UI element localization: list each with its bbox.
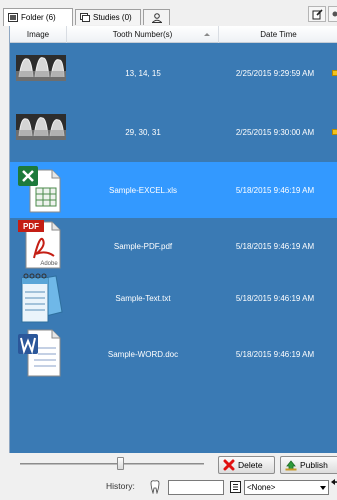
tab-folder-label: Folder (6) — [21, 13, 56, 22]
settings-icon — [332, 11, 337, 17]
chevron-down-icon — [320, 486, 326, 490]
list-item[interactable]: Sample-WORD.doc 5/18/2015 9:46:19 AM — [10, 326, 337, 382]
note-icon[interactable] — [332, 129, 337, 135]
edit-button[interactable] — [308, 6, 326, 22]
excel-file-icon — [18, 166, 61, 213]
sort-ascending-icon — [204, 33, 210, 36]
file-name-cell: Sample-WORD.doc — [107, 349, 179, 359]
publish-icon — [285, 459, 297, 470]
tooth-numbers-cell: 29, 30, 31 — [125, 127, 161, 137]
tab-studies-label: Studies (0) — [93, 13, 132, 22]
list-item[interactable]: Sample-EXCEL.xls 5/18/2015 9:46:19 AM — [10, 162, 337, 218]
tab-patient[interactable] — [143, 9, 170, 25]
list-item[interactable]: 29, 30, 31 2/25/2015 9:30:00 AM — [10, 104, 337, 160]
image-folder-icon — [8, 13, 18, 22]
list-item[interactable]: PDF Adobe Sample-PDF.pdf 5/18/2015 9:46:… — [10, 218, 337, 274]
person-icon — [151, 12, 162, 23]
list-item[interactable]: Sample-Text.txt 5/18/2015 9:46:19 AM — [10, 270, 337, 326]
studies-icon — [80, 13, 90, 22]
file-name-cell: Sample-Text.txt — [115, 293, 171, 303]
list-icon[interactable] — [230, 481, 241, 493]
delete-button[interactable]: Delete — [218, 456, 275, 474]
tab-folder[interactable]: Folder (6) — [3, 8, 73, 26]
tab-studies[interactable]: Studies (0) — [75, 9, 141, 25]
xray-thumbnail — [16, 49, 66, 89]
publish-button-label: Publish — [300, 460, 328, 470]
adobe-label: Adobe — [40, 261, 58, 267]
text-file-icon — [21, 273, 63, 323]
file-name-cell: Sample-EXCEL.xls — [108, 185, 178, 195]
date-time-cell: 2/25/2015 9:30:00 AM — [235, 127, 315, 137]
tab-strip: Folder (6) Studies (0) — [0, 0, 337, 26]
history-label: History: — [106, 481, 135, 491]
history-select-value: <None> — [247, 483, 276, 492]
date-time-cell: 5/18/2015 9:46:19 AM — [235, 185, 315, 195]
column-tooth-numbers[interactable]: Tooth Number(s) — [67, 26, 219, 43]
tooth-icon — [150, 480, 160, 494]
toolbar-more-button[interactable] — [328, 6, 337, 22]
zoom-slider-thumb[interactable] — [117, 457, 124, 470]
date-time-cell: 5/18/2015 9:46:19 AM — [235, 349, 315, 359]
word-file-icon — [18, 329, 61, 377]
column-header: Image Tooth Number(s) Date Time — [10, 26, 337, 43]
publish-button[interactable]: Publish — [280, 456, 337, 474]
edit-icon — [312, 8, 323, 19]
column-date-time[interactable]: Date Time — [219, 26, 337, 43]
list-item[interactable]: 13, 14, 15 2/25/2015 9:29:59 AM — [10, 45, 337, 101]
date-time-cell: 2/25/2015 9:29:59 AM — [235, 68, 315, 78]
delete-icon — [223, 459, 235, 471]
column-image[interactable]: Image — [10, 26, 67, 43]
history-input[interactable] — [168, 480, 224, 495]
delete-button-label: Delete — [238, 460, 263, 470]
xray-thumbnail — [16, 108, 66, 148]
undo-icon[interactable] — [331, 479, 337, 493]
file-name-cell: Sample-PDF.pdf — [113, 241, 173, 251]
zoom-slider[interactable] — [20, 463, 204, 465]
date-time-cell: 5/18/2015 9:46:19 AM — [235, 293, 315, 303]
pdf-badge-label: PDF — [23, 222, 39, 231]
image-list-panel: Image Tooth Number(s) Date Time 13, 14, … — [9, 26, 337, 453]
pdf-file-icon: PDF Adobe — [18, 220, 61, 269]
column-tooth-label: Tooth Number(s) — [112, 30, 173, 39]
date-time-cell: 5/18/2015 9:46:19 AM — [235, 241, 315, 251]
note-icon[interactable] — [332, 70, 337, 76]
tooth-numbers-cell: 13, 14, 15 — [125, 68, 161, 78]
history-select[interactable]: <None> — [244, 480, 329, 495]
